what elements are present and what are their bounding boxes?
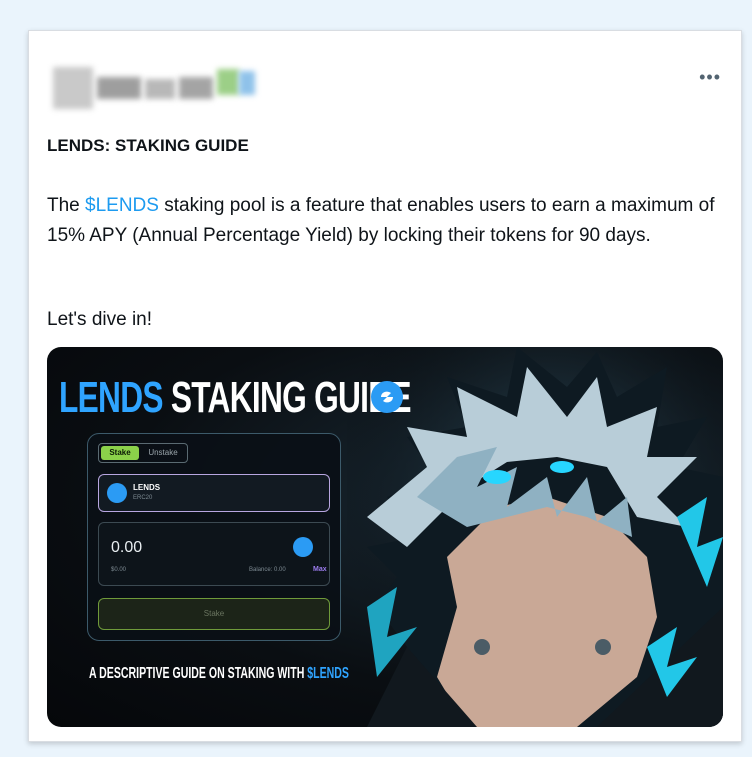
cashtag-link[interactable]: $LENDS [85, 195, 159, 216]
banner-caption-cashtag: $LENDS [307, 665, 349, 682]
banner-caption-text: A DESCRIPTIVE GUIDE ON STAKING WITH [89, 665, 308, 682]
token-selector: LENDS ERC20 [98, 474, 330, 512]
more-options-icon[interactable]: ••• [699, 67, 721, 88]
balance-label: Balance: 0.00 [249, 567, 286, 573]
banner-caption: A DESCRIPTIVE GUIDE ON STAKING WITH $LEN… [89, 665, 349, 683]
amount-input: 0.00 $0.00 Balance: 0.00 Max [98, 522, 330, 586]
banner-title: LENDS STAKING GUIDE [59, 373, 412, 423]
max-button: Max [313, 566, 327, 573]
post-text: The $LENDS staking pool is a feature tha… [47, 191, 727, 251]
staking-widget-mockup: Stake Unstake LENDS ERC20 0.00 $0.00 Bal… [87, 433, 341, 641]
token-name: LENDS [133, 483, 161, 492]
tab-stake: Stake [101, 446, 139, 460]
post-media-image[interactable]: LENDS STAKING GUIDE Stake Unstake LENDS … [47, 347, 723, 727]
token-standard: ERC20 [133, 495, 153, 501]
usd-value: $0.00 [111, 567, 127, 573]
post-cta-text: Let's dive in! [47, 309, 153, 330]
stake-button: Stake [98, 598, 330, 630]
lends-token-icon [293, 537, 313, 557]
lends-token-icon [107, 483, 127, 503]
stake-tabs: Stake Unstake [98, 443, 188, 463]
blurred-author-name [53, 61, 255, 111]
banner-title-brand: LENDS [59, 373, 163, 422]
post-card: ••• LENDS: STAKING GUIDE The $LENDS stak… [28, 30, 742, 742]
amount-value: 0.00 [111, 539, 143, 556]
post-text-prefix: The [47, 195, 86, 216]
tab-unstake: Unstake [148, 448, 178, 457]
lends-logo-icon [371, 381, 403, 413]
post-title: LENDS: STAKING GUIDE [47, 136, 249, 155]
